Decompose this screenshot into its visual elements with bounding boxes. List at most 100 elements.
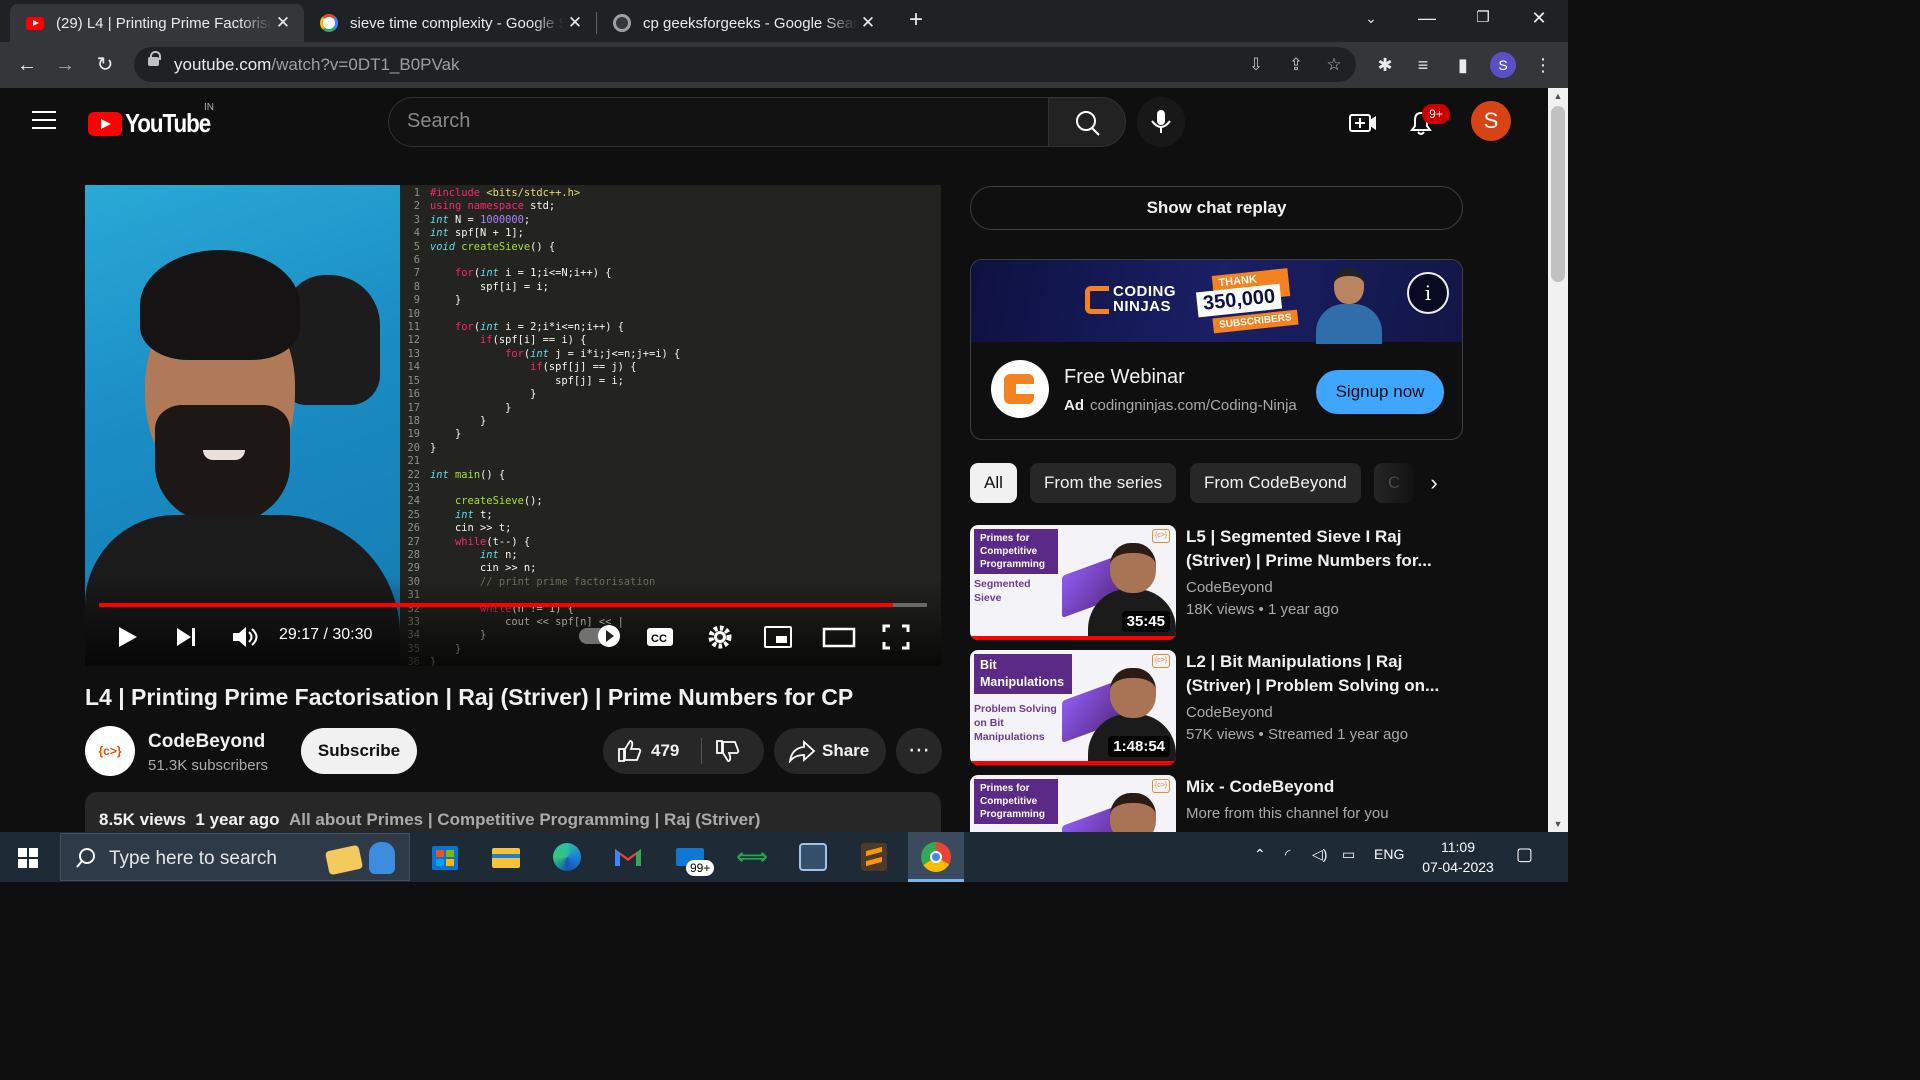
- video-thumbnail[interactable]: Primes for Competitive Programming {c>}: [970, 775, 1176, 832]
- wifi-icon[interactable]: ◜: [1285, 846, 1290, 863]
- volume-icon[interactable]: [229, 621, 259, 653]
- create-video-icon[interactable]: [1348, 108, 1378, 138]
- recommendation-item[interactable]: Bit Manipulations Problem Solving on Bit…: [970, 650, 1460, 765]
- ad-info-icon[interactable]: i: [1407, 272, 1449, 314]
- advertiser-logo[interactable]: [991, 360, 1049, 418]
- theater-mode-icon[interactable]: [822, 621, 856, 653]
- show-chat-replay-button[interactable]: Show chat replay: [970, 186, 1463, 230]
- media-control-icon[interactable]: ≡: [1408, 50, 1438, 80]
- mail-app-icon[interactable]: 99+: [672, 838, 715, 876]
- code-line: for(int i = 2;i*i<=n;i++) {: [455, 321, 624, 334]
- edge-browser-icon[interactable]: [548, 838, 586, 876]
- more-actions-button[interactable]: ⋯: [896, 728, 942, 774]
- chip-from-series[interactable]: From the series: [1030, 463, 1177, 503]
- volume-tray-icon[interactable]: ◁): [1312, 846, 1327, 863]
- recommendation-channel[interactable]: CodeBeyond: [1186, 579, 1273, 596]
- fullscreen-icon[interactable]: [881, 621, 911, 653]
- close-tab-icon[interactable]: ✕: [857, 13, 879, 33]
- description-tags[interactable]: All about Primes | Competitive Programmi…: [289, 810, 760, 829]
- voice-search-button[interactable]: [1137, 97, 1185, 147]
- tab-gfg-search[interactable]: cp geeksforgeeks - Google Search ✕: [597, 4, 889, 42]
- install-app-icon[interactable]: ⇩: [1244, 53, 1268, 77]
- video-thumbnail[interactable]: Bit Manipulations Problem Solving on Bit…: [970, 650, 1176, 765]
- battery-icon[interactable]: ▭: [1342, 846, 1355, 863]
- code-line: void createSieve() {: [430, 240, 556, 253]
- search-input[interactable]: [407, 110, 1027, 133]
- channel-avatar[interactable]: {c>}: [85, 726, 135, 776]
- play-icon[interactable]: [113, 621, 143, 653]
- geeksforgeeks-icon[interactable]: ⟺: [733, 838, 771, 876]
- ad-title[interactable]: Free Webinar: [1064, 366, 1185, 389]
- youtube-logo[interactable]: YouTube IN: [88, 102, 224, 139]
- tab-sieve-search[interactable]: sieve time complexity - Google Search ✕: [304, 4, 596, 42]
- account-avatar[interactable]: S: [1471, 101, 1511, 141]
- minimize-button[interactable]: —: [1399, 0, 1455, 38]
- scroll-up-arrow-icon[interactable]: ▲: [1548, 88, 1568, 104]
- browser-profile-avatar[interactable]: S: [1490, 52, 1516, 78]
- forward-button[interactable]: →: [50, 50, 80, 80]
- recommendation-item[interactable]: Primes for Competitive Programming Segme…: [970, 525, 1460, 640]
- video-thumbnail[interactable]: Primes for Competitive Programming Segme…: [970, 525, 1176, 640]
- menu-icon[interactable]: [32, 111, 56, 131]
- like-thumb-icon[interactable]: [617, 739, 643, 763]
- progress-bar[interactable]: [99, 603, 927, 607]
- share-button[interactable]: Share: [774, 728, 886, 774]
- like-count[interactable]: 479: [651, 741, 679, 761]
- share-page-icon[interactable]: ⇪: [1284, 53, 1308, 77]
- gmail-icon[interactable]: [609, 838, 647, 876]
- system-clock[interactable]: 11:09 07-04-2023: [1418, 837, 1498, 877]
- tab-search-icon[interactable]: ⌄: [1343, 0, 1399, 38]
- tab-youtube[interactable]: (29) L4 | Printing Prime Factorisation ✕: [10, 4, 304, 42]
- next-video-icon[interactable]: [171, 621, 201, 653]
- code-line: using namespace std;: [430, 200, 556, 213]
- captions-icon[interactable]: CC: [645, 621, 675, 653]
- new-tab-button[interactable]: +: [902, 6, 930, 34]
- recommendation-channel[interactable]: CodeBeyond: [1186, 704, 1273, 721]
- miniplayer-icon[interactable]: [763, 621, 793, 653]
- close-window-button[interactable]: ✕: [1511, 0, 1567, 38]
- close-tab-icon[interactable]: ✕: [272, 13, 294, 33]
- scrollbar-thumb[interactable]: [1551, 106, 1565, 282]
- file-explorer-icon[interactable]: [487, 838, 525, 876]
- ad-banner-image[interactable]: CODINGNINJAS THANK YOU 350,000 SUBSCRIBE…: [971, 260, 1462, 344]
- search-button[interactable]: [1048, 97, 1126, 147]
- scroll-down-arrow-icon[interactable]: ▼: [1548, 816, 1568, 832]
- lock-icon[interactable]: [148, 51, 161, 66]
- microsoft-store-icon[interactable]: [426, 838, 464, 876]
- taskbar-search-box[interactable]: Type here to search: [60, 833, 410, 881]
- side-panel-icon[interactable]: ▮: [1448, 50, 1478, 80]
- browser-menu-icon[interactable]: ⋮: [1528, 50, 1558, 80]
- recommendation-title[interactable]: Mix - CodeBeyond: [1186, 775, 1460, 799]
- chrome-taskbar-button[interactable]: [908, 832, 964, 882]
- notification-center-icon[interactable]: ▢: [1516, 844, 1533, 865]
- sublime-text-icon[interactable]: [855, 838, 893, 876]
- restore-button[interactable]: ❐: [1455, 0, 1511, 38]
- recommendation-title[interactable]: L2 | Bit Manipulations | Raj (Striver) |…: [1186, 650, 1460, 698]
- video-player[interactable]: 1 2 3 4 5 6 7 8 9 10 11 12 13 14 15 16 17 18 19 20 21 22 23 24 2…: [85, 185, 941, 666]
- ad-card[interactable]: CODINGNINJAS THANK YOU 350,000 SUBSCRIBE…: [970, 259, 1463, 440]
- description-box[interactable]: 8.5K views 1 year ago All about Primes |…: [85, 792, 941, 832]
- chevron-right-icon[interactable]: ›: [1414, 463, 1454, 503]
- chip-all[interactable]: All: [970, 463, 1017, 503]
- dislike-thumb-icon[interactable]: [715, 739, 741, 763]
- search-box[interactable]: [388, 97, 1049, 147]
- reload-button[interactable]: ↻: [90, 50, 120, 80]
- subscribe-button[interactable]: Subscribe: [301, 728, 417, 774]
- show-hidden-icons-icon[interactable]: ⌃: [1254, 846, 1266, 863]
- windows-start-icon[interactable]: [18, 848, 38, 868]
- settings-gear-icon[interactable]: [705, 621, 735, 653]
- recommendation-item[interactable]: Primes for Competitive Programming {c>} …: [970, 775, 1460, 832]
- recommendation-title[interactable]: L5 | Segmented Sieve I Raj (Striver) | P…: [1186, 525, 1460, 573]
- autoplay-toggle[interactable]: [579, 625, 620, 647]
- extensions-icon[interactable]: ✱: [1370, 50, 1400, 80]
- address-bar[interactable]: youtube.com/watch?v=0DT1_B0PVak ⇩ ⇪ ☆: [134, 47, 1356, 82]
- page-scrollbar[interactable]: ▲ ▼: [1548, 88, 1568, 832]
- back-button[interactable]: ←: [12, 50, 42, 80]
- signup-now-button[interactable]: Signup now: [1316, 370, 1444, 414]
- chip-from-codebeyond[interactable]: From CodeBeyond: [1190, 463, 1361, 503]
- close-tab-icon[interactable]: ✕: [564, 13, 586, 33]
- bookmark-star-icon[interactable]: ☆: [1322, 53, 1346, 77]
- app-window-icon[interactable]: [794, 838, 832, 876]
- language-indicator[interactable]: ENG: [1374, 846, 1404, 862]
- channel-name[interactable]: CodeBeyond: [148, 731, 265, 753]
